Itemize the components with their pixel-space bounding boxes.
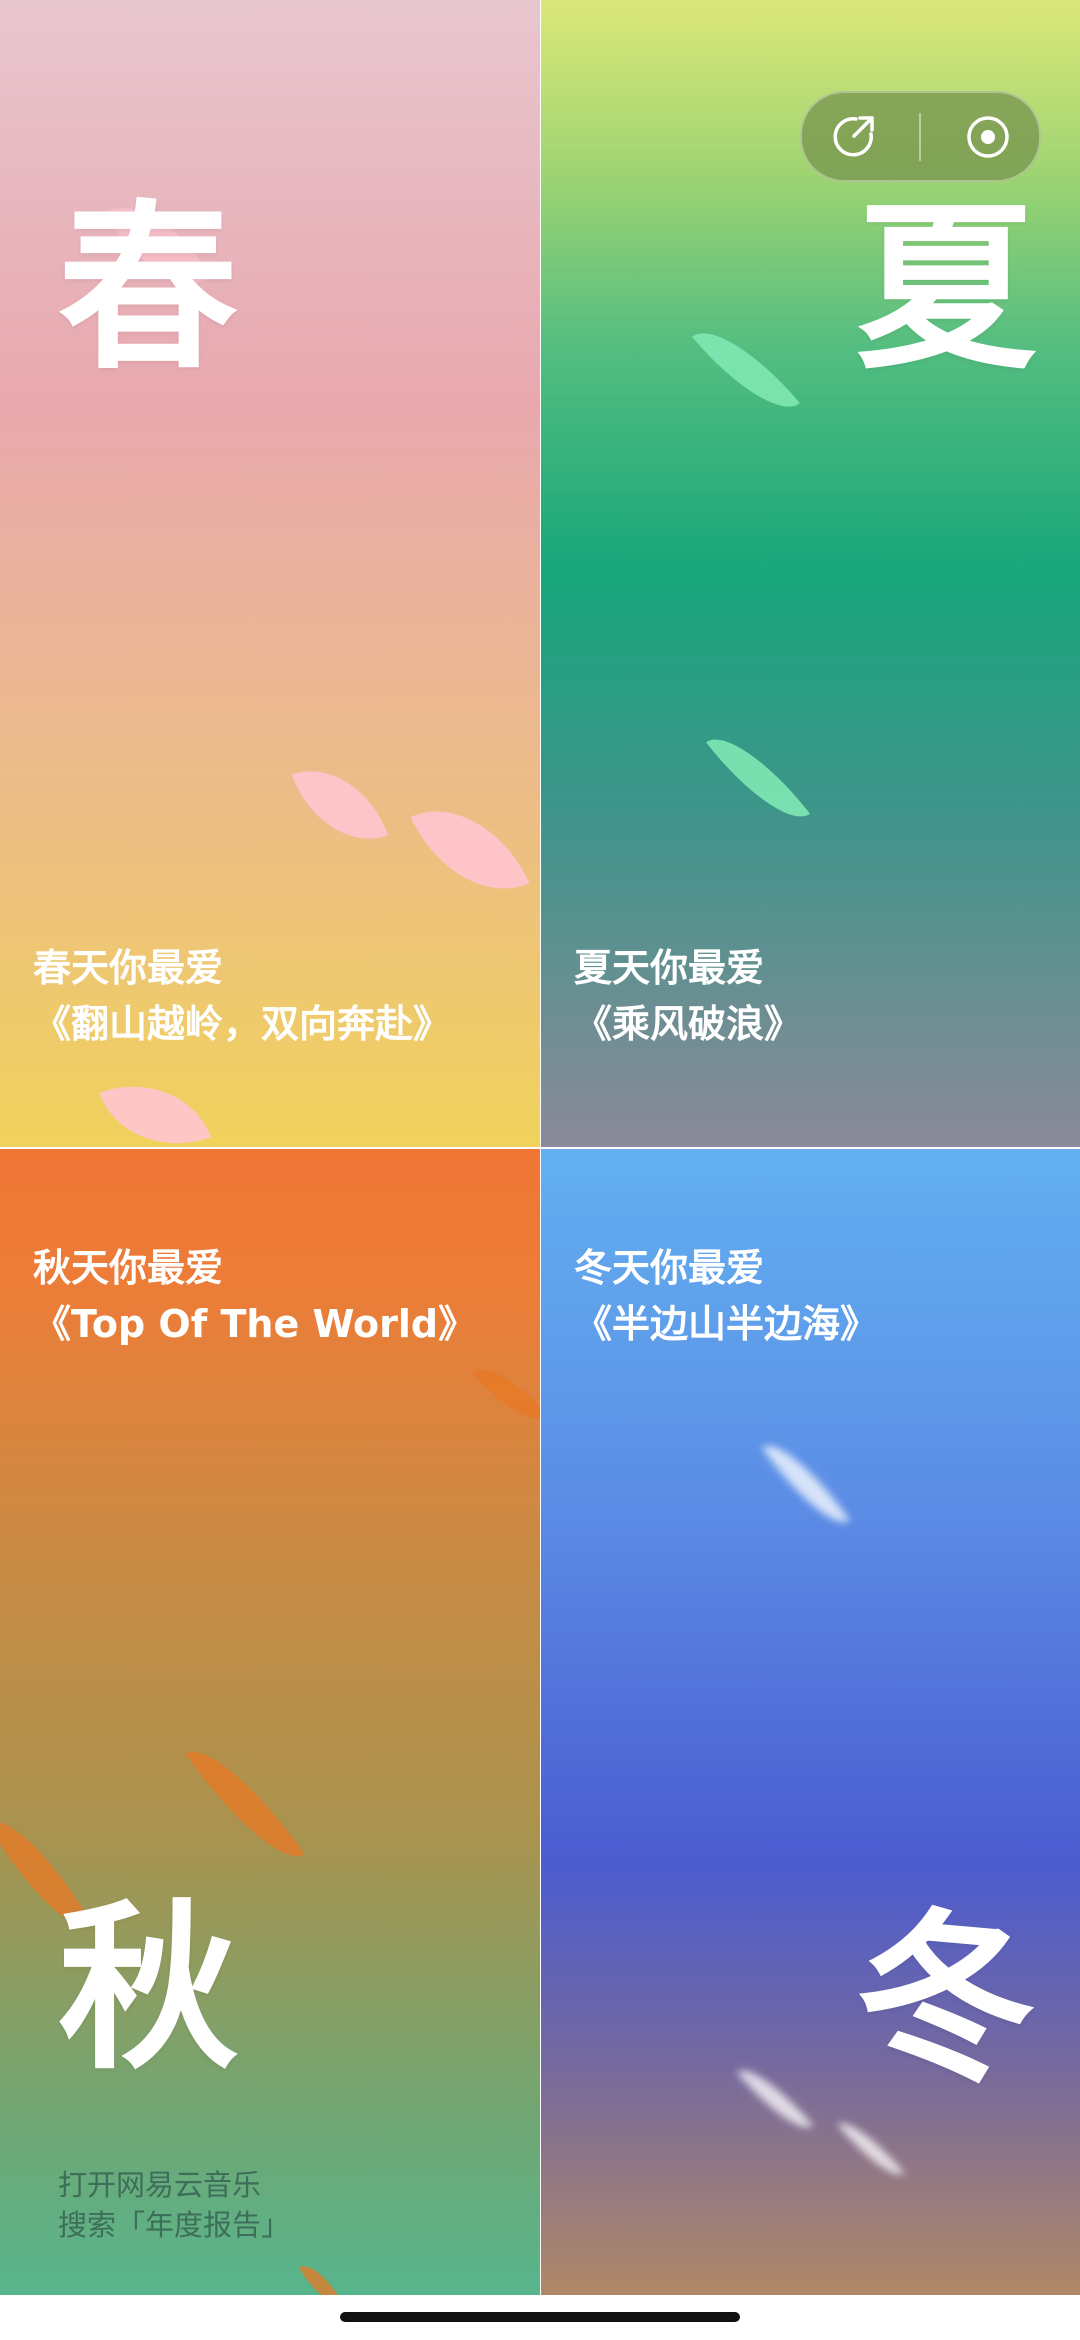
leaf [472,1353,540,1435]
miniapp-close-button[interactable] [953,102,1023,172]
leaf [706,719,810,837]
caption-song: 《Top Of The World》 [33,1302,477,1346]
autumn-caption: 秋天你最爱 《Top Of The World》 [33,1240,476,1352]
leaf [185,1731,305,1877]
home-indicator[interactable] [340,2312,740,2322]
capsule-divider [919,112,922,161]
footer-hint: 打开网易云音乐 搜索「年度报告」 [58,2165,290,2245]
season-title: 夏 [855,185,1036,394]
leaf [692,311,800,429]
spring-panel: 春 春天你最爱 《翻山越岭，双向奔赴》 [0,0,540,1147]
caption-title: 秋天你最爱 [33,1246,224,1290]
season-title: 冬 [847,1887,1045,2112]
winter-caption: 冬天你最爱 《半边山半边海》 [574,1240,878,1352]
winter-panel: 冬 冬天你最爱 《半边山半边海》 [541,1149,1080,2295]
snow-leaf [762,1430,850,1538]
petal [291,750,389,860]
footer-line2: 搜索「年度报告」 [58,2208,291,2242]
caption-song: 《半边山半边海》 [574,1302,879,1346]
summer-caption: 夏天你最爱 《乘风破浪》 [574,940,802,1052]
caption-title: 冬天你最爱 [574,1246,765,1290]
share-button[interactable] [818,102,888,172]
spring-caption: 春天你最爱 《翻山越岭，双向奔赴》 [33,940,451,1052]
caption-song: 《翻山越岭，双向奔赴》 [33,1002,452,1046]
miniapp-capsule [800,91,1041,182]
leaf [298,2257,342,2295]
autumn-panel: 秋 秋天你最爱 《Top Of The World》 打开网易云音乐 搜索「年度… [0,1149,540,2295]
season-title: 秋 [58,1885,239,2094]
caption-song: 《乘风破浪》 [574,1002,803,1046]
share-icon [833,115,874,157]
footer-line1: 打开网易云音乐 [58,2168,262,2202]
petal [410,783,530,917]
caption-title: 春天你最爱 [33,946,224,990]
season-title: 春 [58,185,239,394]
petal [99,1062,211,1147]
snow-leaf [736,2056,814,2142]
snow-leaf [837,2111,905,2187]
miniapp-close-icon [967,115,1009,158]
caption-title: 夏天你最爱 [574,946,765,990]
